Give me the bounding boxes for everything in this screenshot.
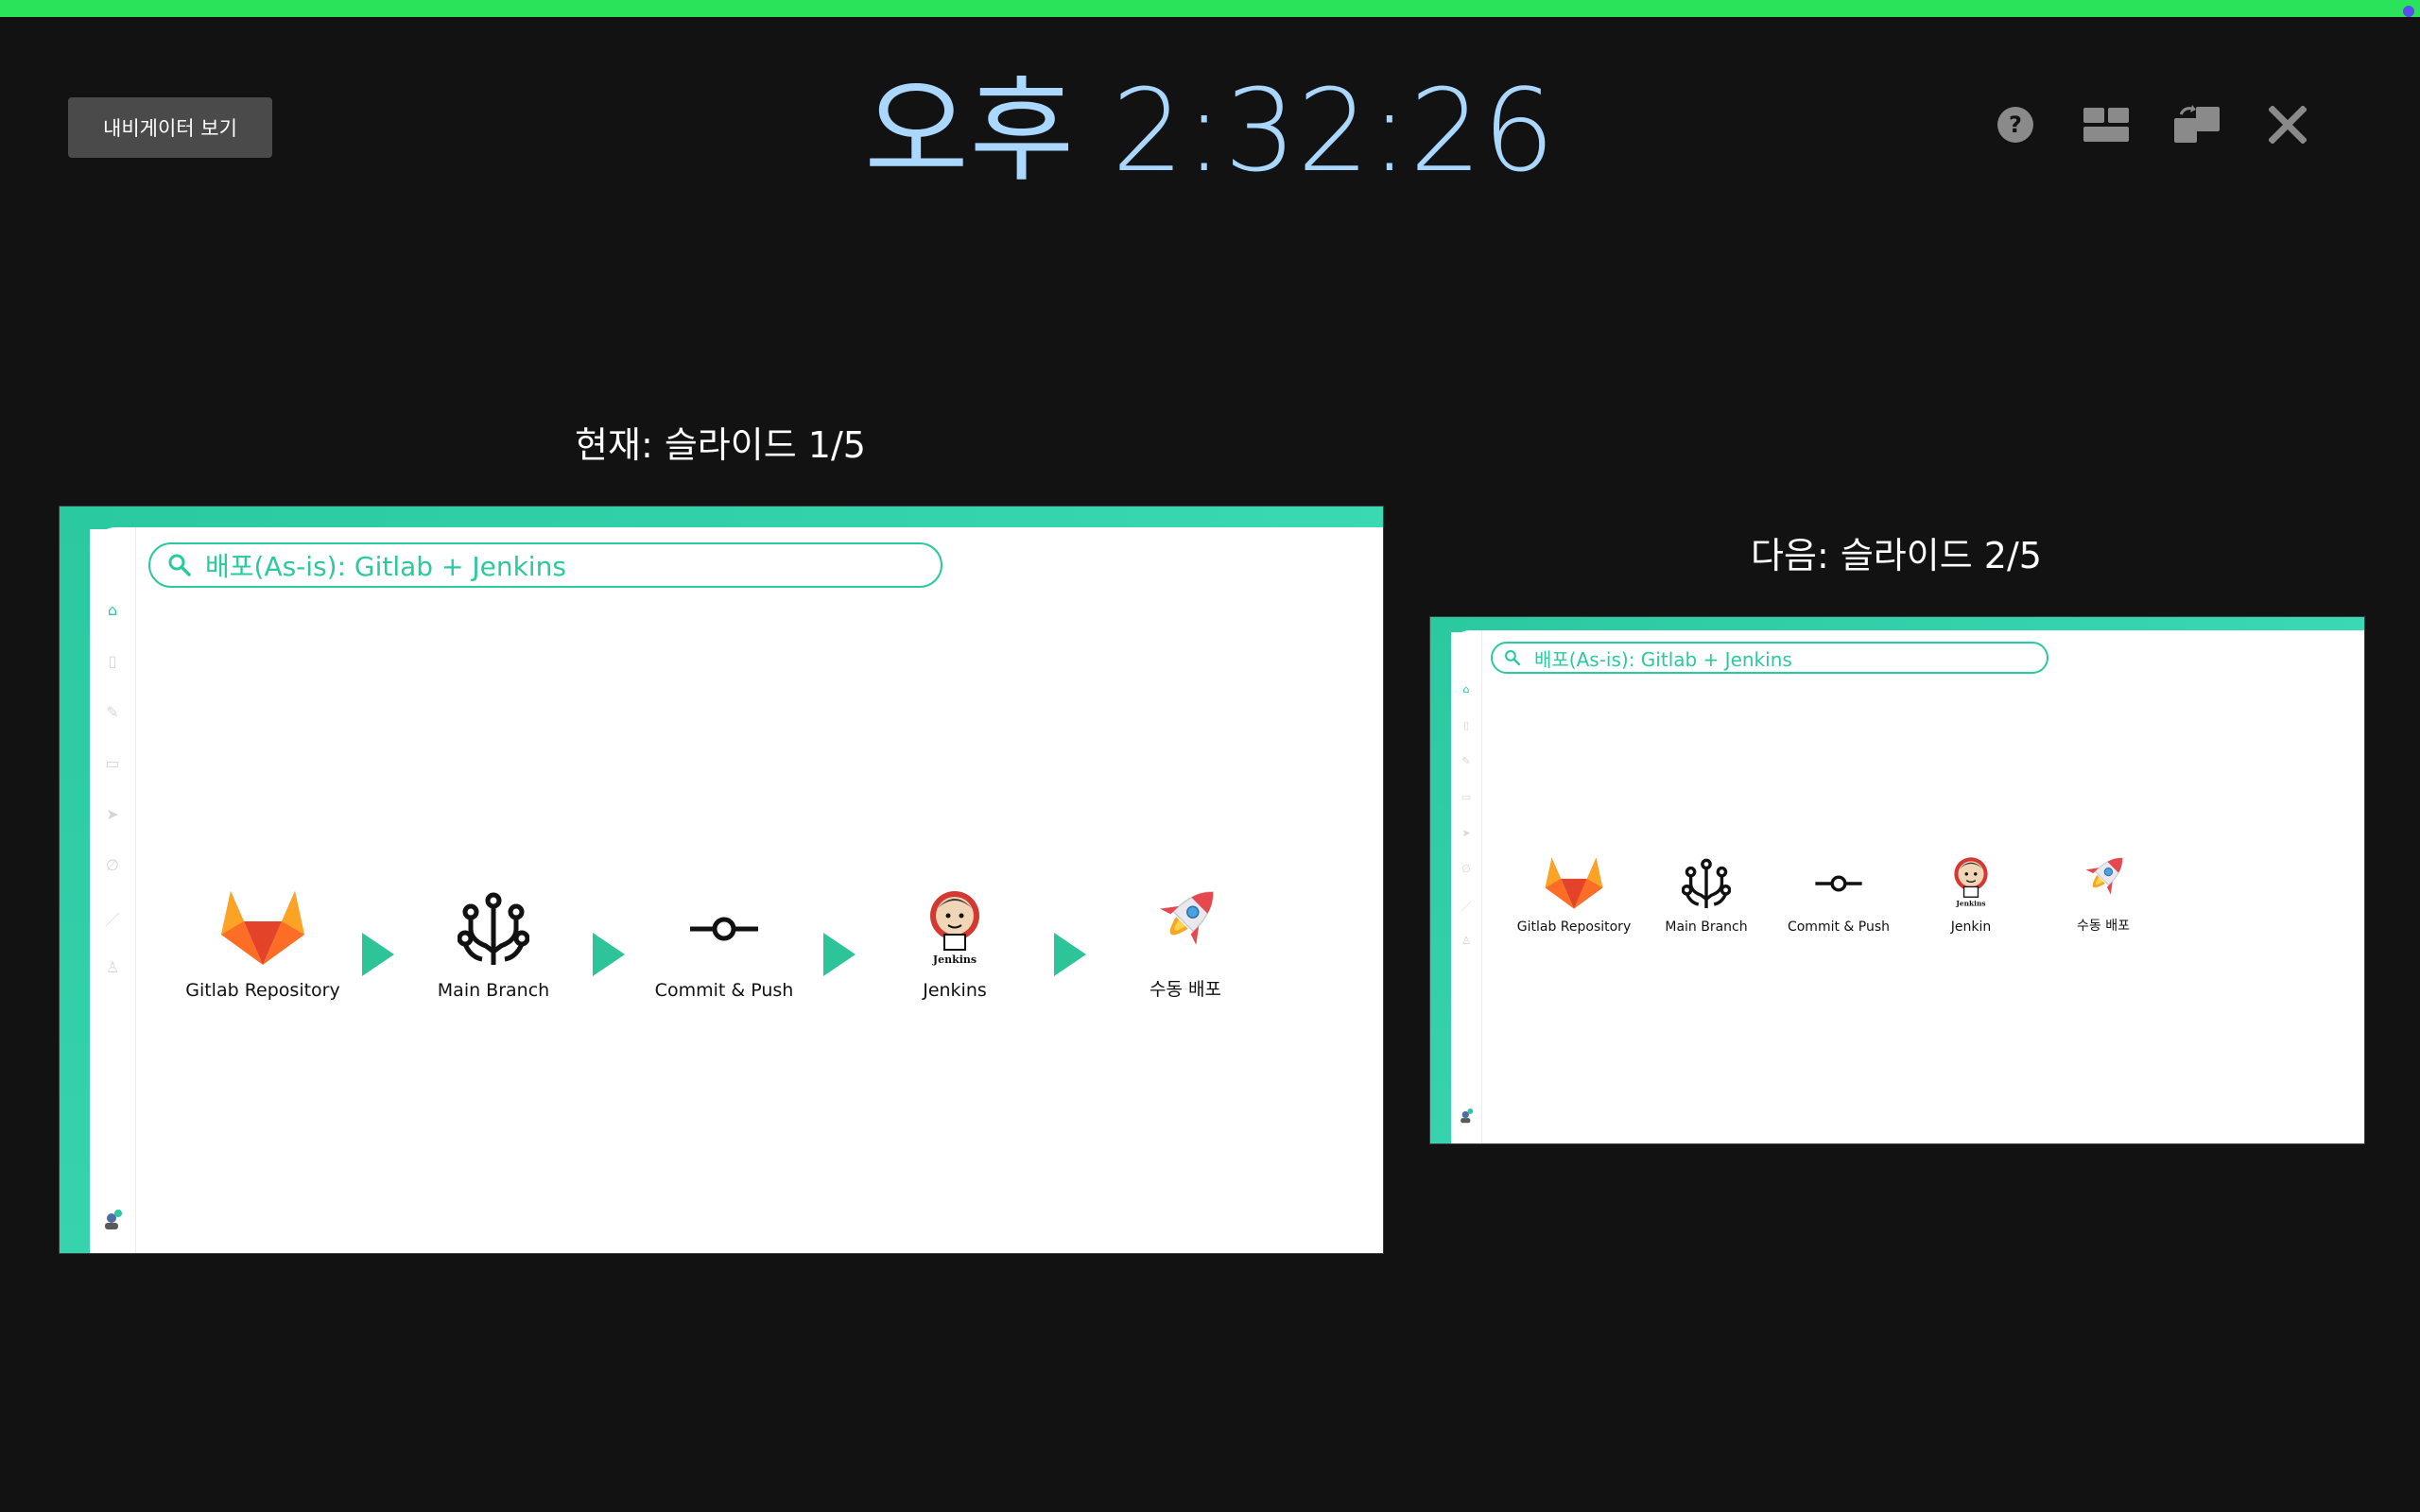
search-icon [167, 553, 192, 577]
slide-canvas: ⌂ ▯ ✎ ▭ ➤ ∅ ／ ♙ 배포(As-is): Gitlab + Jenk… [1451, 630, 2364, 1143]
search-text: 배포(As-is): Gitlab + Jenkins [205, 551, 566, 582]
rocket-icon [1143, 877, 1228, 966]
flow-step: 수동 배포 [1098, 877, 1273, 1001]
flow-step: 수동 배포 [2037, 848, 2169, 935]
avatar [1459, 1108, 1474, 1127]
gitlab-icon [1544, 855, 1604, 914]
flow-step: Commit & Push [636, 891, 812, 1001]
slide-sidebar: ⌂ ▯ ✎ ▭ ➤ ∅ ／ ♙ [90, 527, 136, 1253]
avatar [102, 1210, 123, 1234]
send-icon: ➤ [1461, 827, 1471, 839]
flow-step-label: Main Branch [1665, 919, 1748, 935]
home-icon: ⌂ [1462, 683, 1470, 696]
flow-step: Main Branch [1640, 857, 1772, 935]
flow-step-label: Main Branch [437, 980, 550, 1001]
next-slide-label: 다음: 슬라이드 2/5 [1751, 535, 2042, 576]
arrow-icon [1043, 933, 1098, 1001]
flow-step-label: Jenkin [1950, 919, 1992, 935]
progress-indicator-dot [2403, 6, 2414, 17]
branch-icon [1681, 857, 1732, 914]
attach-icon: ∅ [106, 856, 119, 874]
commit-icon [1814, 857, 1863, 914]
flow-step-label: Commit & Push [654, 980, 794, 1001]
flow-step: Main Branch [406, 891, 581, 1001]
jenkins-icon: Jenkins [1951, 853, 1991, 914]
gitlab-icon [219, 887, 306, 971]
flow-step-label: Commit & Push [1787, 919, 1891, 935]
flow-step: Gitlab Repository [175, 887, 351, 1001]
arrow-icon [351, 933, 406, 1001]
svg-text:Jenkins: Jenkins [932, 954, 977, 966]
search-icon [1504, 649, 1521, 666]
deploy-flow: Gitlab Repository Main Branch Commit & P… [175, 877, 1273, 1001]
current-slide-label: 현재: 슬라이드 1/5 [575, 424, 866, 466]
toolbar: ? [1989, 98, 2314, 151]
device-icon: ▭ [1461, 791, 1472, 803]
slide-left-band [1430, 617, 1451, 1143]
slide-canvas: ⌂ ▯ ✎ ▭ ➤ ∅ ／ ♙ 배포(As-is): Gitlab + Jenk… [90, 527, 1383, 1253]
branch-icon [457, 891, 530, 971]
device-icon: ▭ [105, 754, 120, 772]
svg-text:Jenkins: Jenkins [1955, 900, 1985, 908]
slide-progress-bar [0, 0, 2420, 17]
pen-icon: ／ [104, 911, 121, 929]
bookmark-icon: ▯ [108, 652, 117, 670]
slide-search-bar: 배포(As-is): Gitlab + Jenkins [148, 542, 942, 588]
jenkins-icon: Jenkins [925, 887, 984, 971]
flow-step: Commit & Push [1772, 857, 1905, 935]
commit-icon [688, 891, 760, 971]
help-icon[interactable]: ? [1989, 98, 2042, 151]
search-text: 배포(As-is): Gitlab + Jenkins [1534, 647, 1792, 671]
next-slide-preview[interactable]: ⌂ ▯ ✎ ▭ ➤ ∅ ／ ♙ 배포(As-is): Gitlab + Jenk… [1429, 616, 2365, 1144]
send-icon: ➤ [106, 805, 119, 823]
user-icon: ♙ [1461, 935, 1471, 947]
deploy-flow: Gitlab Repository Main Branch Commit & P… [1508, 848, 2169, 935]
slide-top-band [60, 507, 1383, 529]
arrow-icon [812, 933, 867, 1001]
arrow-icon [581, 933, 636, 1001]
link-icon: ✎ [1461, 755, 1471, 767]
flow-step-label: 수동 배포 [2077, 919, 2130, 934]
flow-step: Jenkins Jenkin [1905, 853, 2037, 935]
user-icon: ♙ [105, 958, 120, 976]
close-icon[interactable] [2261, 98, 2314, 151]
layout-icon[interactable] [2080, 98, 2133, 151]
slide-search-bar: 배포(As-is): Gitlab + Jenkins [1491, 642, 2048, 674]
swap-icon[interactable] [2170, 98, 2223, 151]
slide-left-band [60, 507, 90, 1253]
rocket-icon [2074, 848, 2133, 910]
home-icon: ⌂ [107, 601, 118, 619]
pen-icon: ／ [1461, 901, 1472, 913]
link-icon: ✎ [106, 703, 119, 721]
flow-step-label: Jenkins [923, 980, 987, 1001]
svg-text:?: ? [2009, 112, 2022, 138]
flow-step: Jenkins Jenkins [867, 887, 1043, 1001]
flow-step-label: Gitlab Repository [185, 980, 340, 1001]
attach-icon: ∅ [1461, 863, 1471, 875]
bookmark-icon: ▯ [1462, 719, 1470, 731]
flow-step-label: Gitlab Repository [1516, 919, 1632, 935]
current-slide-preview[interactable]: ⌂ ▯ ✎ ▭ ➤ ∅ ／ ♙ 배포(As-is): Gitlab + Jenk… [59, 506, 1384, 1254]
flow-step: Gitlab Repository [1508, 855, 1640, 935]
flow-step-label: 수동 배포 [1150, 979, 1221, 1000]
slide-sidebar: ⌂ ▯ ✎ ▭ ➤ ∅ ／ ♙ [1451, 630, 1482, 1143]
